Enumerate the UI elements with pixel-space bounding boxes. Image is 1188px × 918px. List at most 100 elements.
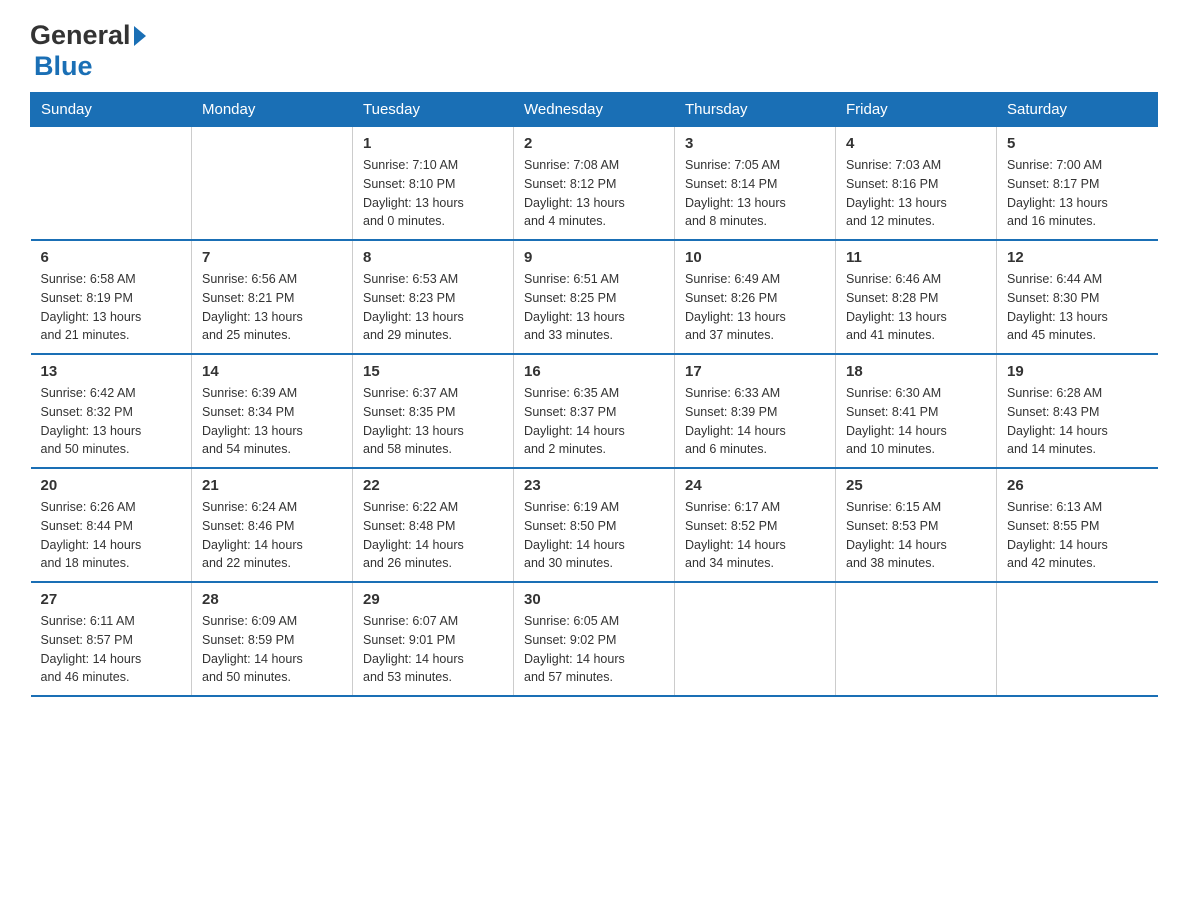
day-number: 11: [846, 249, 986, 266]
sunset-text: Sunset: 8:46 PM: [202, 519, 294, 533]
sunrise-text: Sunrise: 6:42 AM: [41, 386, 136, 400]
daylight-text: Daylight: 14 hoursand 18 minutes.: [41, 538, 142, 571]
daylight-text: Daylight: 14 hoursand 6 minutes.: [685, 424, 786, 457]
logo-triangle-icon: [134, 26, 146, 46]
logo-blue-text: Blue: [34, 51, 93, 82]
calendar-cell: 7Sunrise: 6:56 AMSunset: 8:21 PMDaylight…: [192, 240, 353, 354]
sunrise-text: Sunrise: 6:35 AM: [524, 386, 619, 400]
sunset-text: Sunset: 8:48 PM: [363, 519, 455, 533]
sunrise-text: Sunrise: 6:13 AM: [1007, 500, 1102, 514]
header-monday: Monday: [192, 93, 353, 127]
sunset-text: Sunset: 8:41 PM: [846, 405, 938, 419]
day-info: Sunrise: 7:00 AMSunset: 8:17 PMDaylight:…: [1007, 156, 1148, 231]
day-info: Sunrise: 6:05 AMSunset: 9:02 PMDaylight:…: [524, 612, 664, 687]
day-info: Sunrise: 6:42 AMSunset: 8:32 PMDaylight:…: [41, 384, 182, 459]
sunset-text: Sunset: 8:14 PM: [685, 177, 777, 191]
calendar-cell: 30 Sunrise: 6:05 AMSunset: 9:02 PMDayligh…: [514, 582, 675, 696]
sunrise-text: Sunrise: 7:03 AM: [846, 158, 941, 172]
sunset-text: Sunset: 8:17 PM: [1007, 177, 1099, 191]
day-number: 21: [202, 477, 342, 494]
sunset-text: Sunset: 8:34 PM: [202, 405, 294, 419]
calendar-week-1: 1 Sunrise: 7:10 AMSunset: 8:10 PMDaylight…: [31, 127, 1158, 241]
sunset-text: Sunset: 8:10 PM: [363, 177, 455, 191]
calendar-week-3: 13 Sunrise: 6:42 AMSunset: 8:32 PMDayligh…: [31, 354, 1158, 468]
daylight-text: Daylight: 14 hoursand 10 minutes.: [846, 424, 947, 457]
daylight-text: Daylight: 14 hoursand 53 minutes.: [363, 652, 464, 685]
day-info: Sunrise: 6:28 AMSunset: 8:43 PMDaylight:…: [1007, 384, 1148, 459]
calendar-cell: 4Sunrise: 7:03 AMSunset: 8:16 PMDaylight…: [836, 127, 997, 241]
sunrise-text: Sunrise: 7:05 AM: [685, 158, 780, 172]
day-info: Sunrise: 7:03 AMSunset: 8:16 PMDaylight:…: [846, 156, 986, 231]
sunset-text: Sunset: 8:25 PM: [524, 291, 616, 305]
sunset-text: Sunset: 8:44 PM: [41, 519, 133, 533]
sunrise-text: Sunrise: 6:19 AM: [524, 500, 619, 514]
daylight-text: Daylight: 13 hoursand 29 minutes.: [363, 310, 464, 343]
header-wednesday: Wednesday: [514, 93, 675, 127]
day-number: 1: [363, 135, 503, 152]
day-number: 2: [524, 135, 664, 152]
sunset-text: Sunset: 8:28 PM: [846, 291, 938, 305]
daylight-text: Daylight: 13 hoursand 58 minutes.: [363, 424, 464, 457]
day-info: Sunrise: 6:22 AMSunset: 8:48 PMDaylight:…: [363, 498, 503, 573]
day-info: Sunrise: 6:26 AMSunset: 8:44 PMDaylight:…: [41, 498, 182, 573]
sunset-text: Sunset: 8:21 PM: [202, 291, 294, 305]
calendar-cell: 2Sunrise: 7:08 AMSunset: 8:12 PMDaylight…: [514, 127, 675, 241]
day-number: 14: [202, 363, 342, 380]
day-number: 25: [846, 477, 986, 494]
sunset-text: Sunset: 8:55 PM: [1007, 519, 1099, 533]
daylight-text: Daylight: 14 hoursand 34 minutes.: [685, 538, 786, 571]
day-info: Sunrise: 6:46 AMSunset: 8:28 PMDaylight:…: [846, 270, 986, 345]
daylight-text: Daylight: 14 hoursand 42 minutes.: [1007, 538, 1108, 571]
calendar-cell: 6Sunrise: 6:58 AMSunset: 8:19 PMDaylight…: [31, 240, 192, 354]
calendar-cell: 16Sunrise: 6:35 AMSunset: 8:37 PMDayligh…: [514, 354, 675, 468]
daylight-text: Daylight: 14 hoursand 50 minutes.: [202, 652, 303, 685]
header-thursday: Thursday: [675, 93, 836, 127]
sunrise-text: Sunrise: 6:05 AM: [524, 614, 619, 628]
daylight-text: Daylight: 14 hoursand 38 minutes.: [846, 538, 947, 571]
calendar-cell: 11 Sunrise: 6:46 AMSunset: 8:28 PMDayligh…: [836, 240, 997, 354]
sunset-text: Sunset: 8:50 PM: [524, 519, 616, 533]
sunrise-text: Sunrise: 6:51 AM: [524, 272, 619, 286]
sunset-text: Sunset: 8:39 PM: [685, 405, 777, 419]
day-number: 17: [685, 363, 825, 380]
calendar-cell: [997, 582, 1158, 696]
page-header: General Blue: [30, 20, 1158, 82]
day-info: Sunrise: 6:58 AMSunset: 8:19 PMDaylight:…: [41, 270, 182, 345]
day-number: 30: [524, 591, 664, 608]
calendar-cell: 10Sunrise: 6:49 AMSunset: 8:26 PMDayligh…: [675, 240, 836, 354]
calendar-cell: [836, 582, 997, 696]
calendar-cell: 1 Sunrise: 7:10 AMSunset: 8:10 PMDaylight…: [353, 127, 514, 241]
daylight-text: Daylight: 13 hoursand 21 minutes.: [41, 310, 142, 343]
sunset-text: Sunset: 8:57 PM: [41, 633, 133, 647]
day-number: 24: [685, 477, 825, 494]
sunset-text: Sunset: 8:16 PM: [846, 177, 938, 191]
calendar-cell: 24Sunrise: 6:17 AMSunset: 8:52 PMDayligh…: [675, 468, 836, 582]
day-info: Sunrise: 6:13 AM Sunset: 8:55 PM Daylight:…: [1007, 498, 1148, 573]
daylight-text: Daylight: 13 hoursand 33 minutes.: [524, 310, 625, 343]
header-tuesday: Tuesday: [353, 93, 514, 127]
calendar-week-2: 6Sunrise: 6:58 AMSunset: 8:19 PMDaylight…: [31, 240, 1158, 354]
day-info: Sunrise: 6:39 AMSunset: 8:34 PMDaylight:…: [202, 384, 342, 459]
calendar-cell: 19Sunrise: 6:28 AMSunset: 8:43 PMDayligh…: [997, 354, 1158, 468]
sunrise-text: Sunrise: 7:08 AM: [524, 158, 619, 172]
header-sunday: Sunday: [31, 93, 192, 127]
calendar-cell: 17Sunrise: 6:33 AMSunset: 8:39 PMDayligh…: [675, 354, 836, 468]
daylight-text: Daylight: 13 hoursand 25 minutes.: [202, 310, 303, 343]
day-info: Sunrise: 6:53 AMSunset: 8:23 PMDaylight:…: [363, 270, 503, 345]
header-saturday: Saturday: [997, 93, 1158, 127]
day-number: 4: [846, 135, 986, 152]
daylight-text: Daylight: 13 hoursand 8 minutes.: [685, 196, 786, 229]
daylight-text: Daylight: 14 hoursand 26 minutes.: [363, 538, 464, 571]
calendar-cell: 13 Sunrise: 6:42 AMSunset: 8:32 PMDayligh…: [31, 354, 192, 468]
day-info: Sunrise: 7:05 AM Sunset: 8:14 PM Daylight:…: [685, 156, 825, 231]
day-info: Sunrise: 6:19 AMSunset: 8:50 PMDaylight:…: [524, 498, 664, 573]
day-number: 15: [363, 363, 503, 380]
day-info: Sunrise: 6:11 AMSunset: 8:57 PMDaylight:…: [41, 612, 182, 687]
sunset-text: Sunset: 8:37 PM: [524, 405, 616, 419]
logo-general-text: General: [30, 20, 131, 51]
day-info: Sunrise: 6:44 AMSunset: 8:30 PMDaylight:…: [1007, 270, 1148, 345]
calendar-cell: 23Sunrise: 6:19 AMSunset: 8:50 PMDayligh…: [514, 468, 675, 582]
sunrise-text: Sunrise: 6:28 AM: [1007, 386, 1102, 400]
day-info: Sunrise: 7:10 AMSunset: 8:10 PMDaylight:…: [363, 156, 503, 231]
day-number: 13: [41, 363, 182, 380]
